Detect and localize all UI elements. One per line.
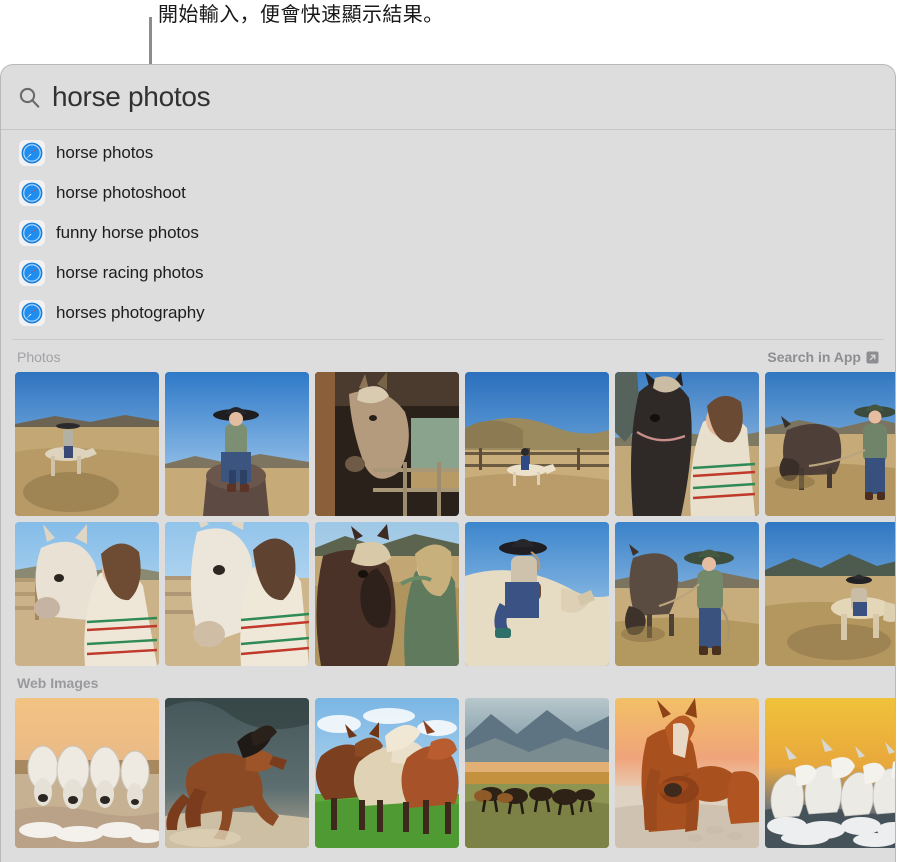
photo-thumbnail[interactable] (165, 522, 309, 666)
photo-image (465, 372, 609, 516)
list-item[interactable]: horses photography (1, 293, 895, 333)
search-input-value[interactable]: horse photos (52, 81, 211, 113)
web-image-thumbnail[interactable] (165, 698, 309, 848)
photo-image (765, 698, 895, 848)
search-icon (19, 87, 40, 108)
photo-image (765, 372, 895, 516)
photos-grid-row (1, 522, 895, 666)
photo-image (165, 698, 309, 848)
photo-thumbnail[interactable] (765, 522, 895, 666)
photo-thumbnail[interactable] (165, 372, 309, 516)
photo-image (315, 698, 459, 848)
web-images-grid-row (1, 698, 895, 848)
safari-compass-icon (19, 300, 45, 326)
list-item[interactable]: funny horse photos (1, 213, 895, 253)
safari-compass-icon (19, 140, 45, 166)
photo-image (765, 522, 895, 666)
photo-thumbnail[interactable] (15, 522, 159, 666)
photo-thumbnail[interactable] (765, 372, 895, 516)
photo-thumbnail[interactable] (315, 372, 459, 516)
photo-thumbnail[interactable] (615, 372, 759, 516)
photo-image (15, 372, 159, 516)
photos-section-header: Photos Search in App (1, 340, 895, 372)
photo-thumbnail[interactable] (465, 522, 609, 666)
photo-thumbnail[interactable] (615, 522, 759, 666)
photo-image (15, 522, 159, 666)
photo-image (315, 522, 459, 666)
list-item-label: funny horse photos (56, 223, 199, 242)
safari-compass-icon (19, 220, 45, 246)
search-field[interactable]: horse photos (1, 65, 895, 129)
photo-image (315, 372, 459, 516)
arrow-up-right-box-icon (866, 351, 879, 363)
photo-thumbnail[interactable] (315, 522, 459, 666)
section-title-photos: Photos (17, 349, 61, 365)
photo-image (465, 522, 609, 666)
list-item[interactable]: horse photos (1, 133, 895, 173)
list-item-label: horses photography (56, 303, 205, 322)
photo-image (615, 372, 759, 516)
callout-text: 開始輸入，便會快速顯示結果。 (158, 4, 444, 26)
web-image-thumbnail[interactable] (15, 698, 159, 848)
safari-compass-icon (19, 180, 45, 206)
list-item[interactable]: horse racing photos (1, 253, 895, 293)
photo-image (165, 372, 309, 516)
photo-image (15, 698, 159, 848)
safari-compass-icon (19, 260, 45, 286)
search-suggestions-panel: horse photos horse photos horse photosho… (0, 64, 896, 862)
web-image-thumbnail[interactable] (315, 698, 459, 848)
section-title-web-images: Web Images (17, 675, 99, 691)
suggestion-list: horse photos horse photoshoot funny hors… (1, 130, 895, 333)
photo-thumbnail[interactable] (15, 372, 159, 516)
web-image-thumbnail[interactable] (615, 698, 759, 848)
search-in-app-button[interactable]: Search in App (767, 349, 879, 365)
photo-thumbnail[interactable] (465, 372, 609, 516)
photo-image (615, 522, 759, 666)
list-item-label: horse racing photos (56, 263, 204, 282)
list-item-label: horse photoshoot (56, 183, 186, 202)
list-item-label: horse photos (56, 143, 154, 162)
photo-image (615, 698, 759, 848)
photo-image (165, 522, 309, 666)
web-images-section-header: Web Images (1, 666, 895, 698)
search-in-app-label: Search in App (767, 349, 861, 365)
photos-grid-row (1, 372, 895, 516)
photo-image (465, 698, 609, 848)
screenshot-root: 開始輸入，便會快速顯示結果。 horse photos horse photos… (0, 0, 904, 862)
web-image-thumbnail[interactable] (465, 698, 609, 848)
list-item[interactable]: horse photoshoot (1, 173, 895, 213)
web-image-thumbnail[interactable] (765, 698, 895, 848)
